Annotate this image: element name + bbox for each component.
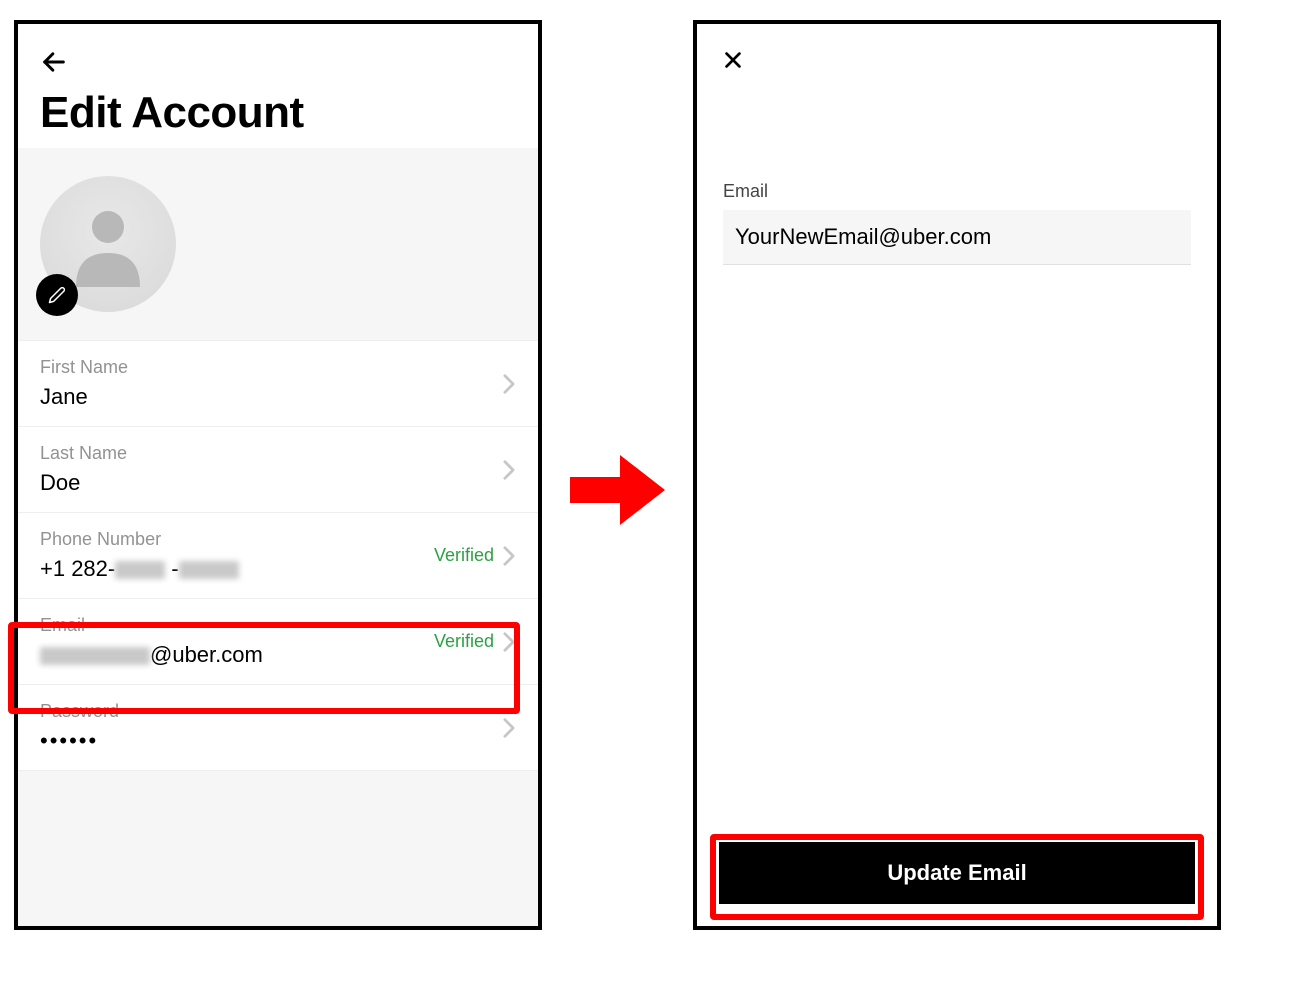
chevron-right-icon (502, 459, 516, 481)
email-suffix: @uber.com (150, 642, 263, 667)
edit-account-screen: Edit Account First Name Jane (14, 20, 542, 930)
email-input[interactable] (723, 210, 1191, 265)
email-row[interactable]: Email @uber.com Verified (18, 599, 538, 685)
email-verified-status: Verified (434, 631, 494, 652)
first-name-label: First Name (40, 357, 502, 378)
update-email-screen: Email Update Email (693, 20, 1221, 930)
redacted-segment (40, 647, 150, 665)
last-name-value: Doe (40, 470, 502, 496)
email-value: @uber.com (40, 642, 434, 668)
last-name-label: Last Name (40, 443, 502, 464)
avatar-wrapper (40, 176, 176, 312)
field-content: Email @uber.com (40, 615, 434, 668)
phone-row[interactable]: Phone Number +1 282- - Verified (18, 513, 538, 599)
back-arrow-icon[interactable] (40, 46, 72, 78)
email-label: Email (40, 615, 434, 636)
redacted-segment (179, 561, 239, 579)
chevron-right-icon (502, 545, 516, 567)
update-email-button[interactable]: Update Email (719, 842, 1195, 904)
avatar-section (18, 148, 538, 341)
password-value: •••••• (40, 728, 502, 754)
phone-label: Phone Number (40, 529, 434, 550)
empty-space (18, 771, 538, 930)
password-label: Password (40, 701, 502, 722)
first-name-value: Jane (40, 384, 502, 410)
header: Edit Account (18, 24, 538, 148)
phone-verified-status: Verified (434, 545, 494, 566)
field-content: Password •••••• (40, 701, 502, 754)
close-icon[interactable] (719, 46, 747, 74)
chevron-right-icon (502, 373, 516, 395)
phone-value: +1 282- - (40, 556, 434, 582)
button-container: Update Email (719, 842, 1195, 904)
header (697, 24, 1217, 96)
field-content: Phone Number +1 282- - (40, 529, 434, 582)
chevron-right-icon (502, 631, 516, 653)
page-title: Edit Account (40, 88, 516, 138)
chevron-right-icon (502, 717, 516, 739)
redacted-segment (115, 561, 165, 579)
flow-arrow-icon (570, 455, 665, 525)
last-name-row[interactable]: Last Name Doe (18, 427, 538, 513)
first-name-row[interactable]: First Name Jane (18, 341, 538, 427)
edit-avatar-icon[interactable] (36, 274, 78, 316)
password-row[interactable]: Password •••••• (18, 685, 538, 771)
email-field-label: Email (723, 181, 1191, 202)
phone-prefix: +1 282- (40, 556, 115, 581)
field-content: Last Name Doe (40, 443, 502, 496)
field-content: First Name Jane (40, 357, 502, 410)
email-form: Email (697, 181, 1217, 265)
